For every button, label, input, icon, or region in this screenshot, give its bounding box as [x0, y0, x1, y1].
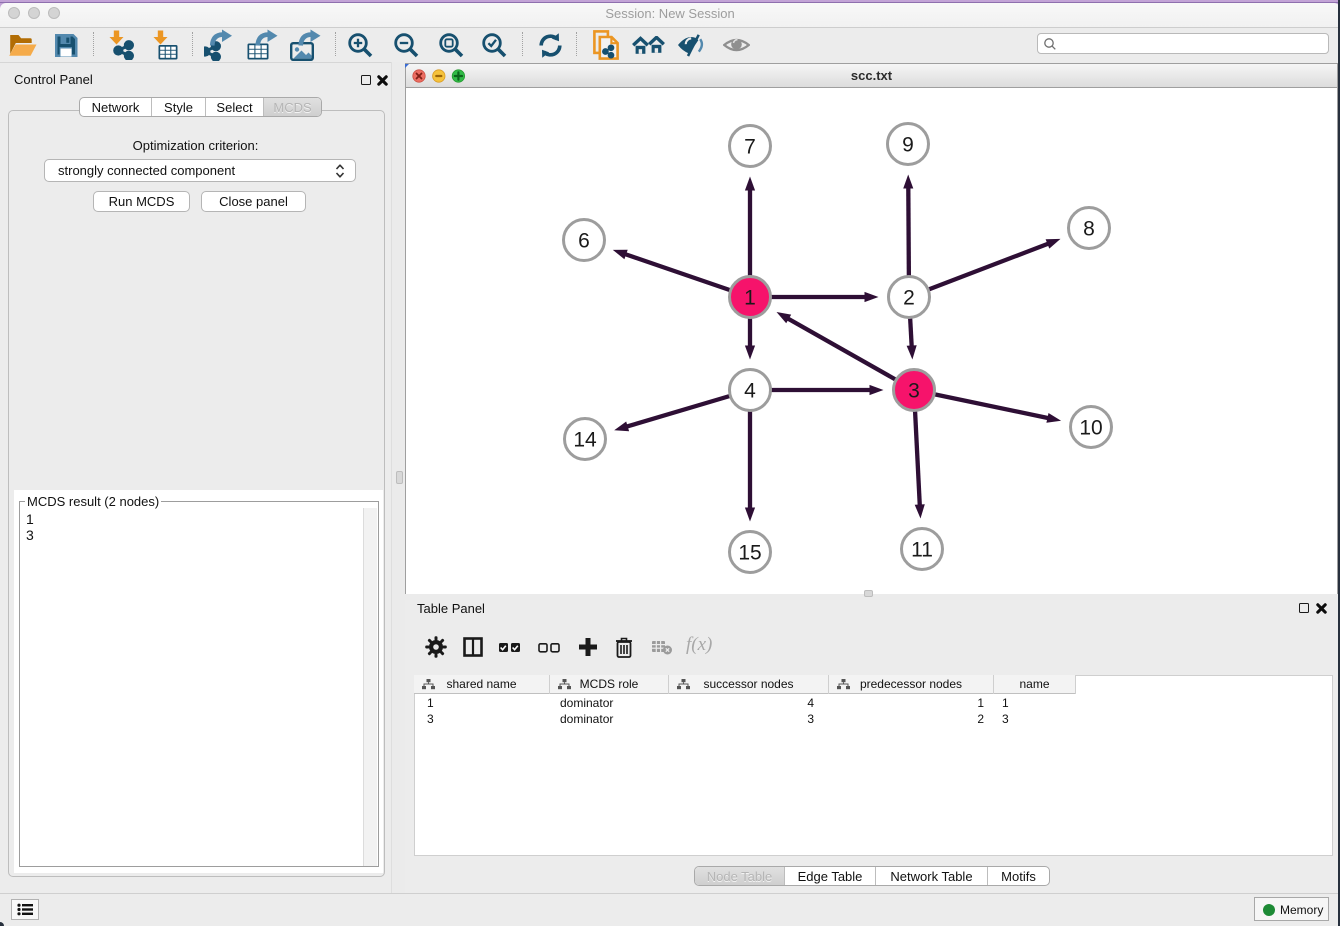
svg-text:9: 9 — [902, 134, 914, 157]
svg-text:14: 14 — [573, 429, 597, 452]
svg-text:11: 11 — [911, 539, 933, 562]
svg-text:3: 3 — [908, 380, 920, 403]
svg-text:6: 6 — [578, 230, 590, 253]
svg-text:8: 8 — [1083, 218, 1095, 241]
svg-text:10: 10 — [1079, 417, 1102, 440]
svg-text:15: 15 — [738, 542, 761, 565]
svg-text:2: 2 — [903, 287, 915, 310]
svg-text:4: 4 — [744, 380, 756, 403]
svg-text:7: 7 — [744, 136, 756, 159]
svg-text:1: 1 — [744, 287, 756, 310]
